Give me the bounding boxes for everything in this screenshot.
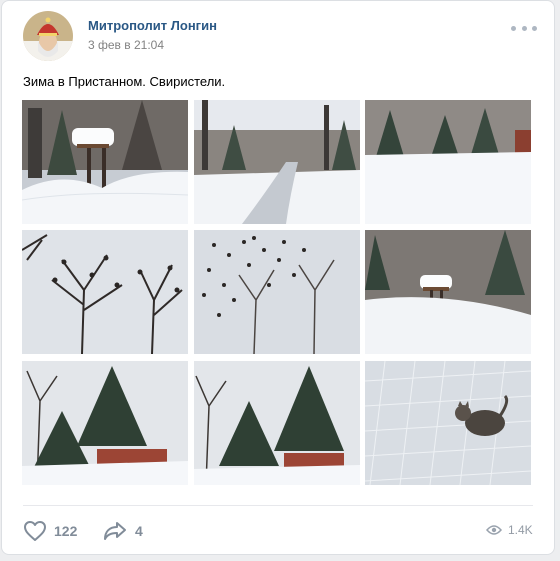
- more-dots-icon[interactable]: [511, 21, 537, 35]
- photo-6[interactable]: [365, 230, 531, 354]
- photo-7[interactable]: [22, 361, 188, 485]
- post-date[interactable]: 3 фев в 21:04: [88, 38, 164, 52]
- photo-3[interactable]: [365, 100, 531, 224]
- photo-2[interactable]: [194, 100, 360, 224]
- views-count: 1.4K: [508, 523, 533, 537]
- share-count: 4: [135, 523, 143, 539]
- eye-icon: [486, 525, 502, 535]
- photo-8[interactable]: [194, 361, 360, 485]
- share-button[interactable]: 4: [102, 518, 143, 544]
- post-text: Зима в Пристанном. Свиристели.: [23, 74, 226, 89]
- photo-grid: [22, 100, 532, 485]
- photo-5[interactable]: [194, 230, 360, 354]
- photo-4[interactable]: [22, 230, 188, 354]
- like-count: 122: [54, 523, 78, 539]
- post-card: Митрополит Лонгин 3 фев в 21:04 Зима в П…: [1, 0, 555, 555]
- author-name[interactable]: Митрополит Лонгин: [88, 18, 217, 33]
- actions-divider: [23, 505, 533, 506]
- heart-icon: [24, 521, 46, 541]
- views-counter: 1.4K: [486, 521, 533, 539]
- photo-1[interactable]: [22, 100, 188, 224]
- like-button[interactable]: 122: [23, 518, 77, 544]
- share-arrow-icon: [104, 522, 126, 540]
- photo-9[interactable]: [365, 361, 531, 485]
- author-avatar[interactable]: [23, 11, 73, 61]
